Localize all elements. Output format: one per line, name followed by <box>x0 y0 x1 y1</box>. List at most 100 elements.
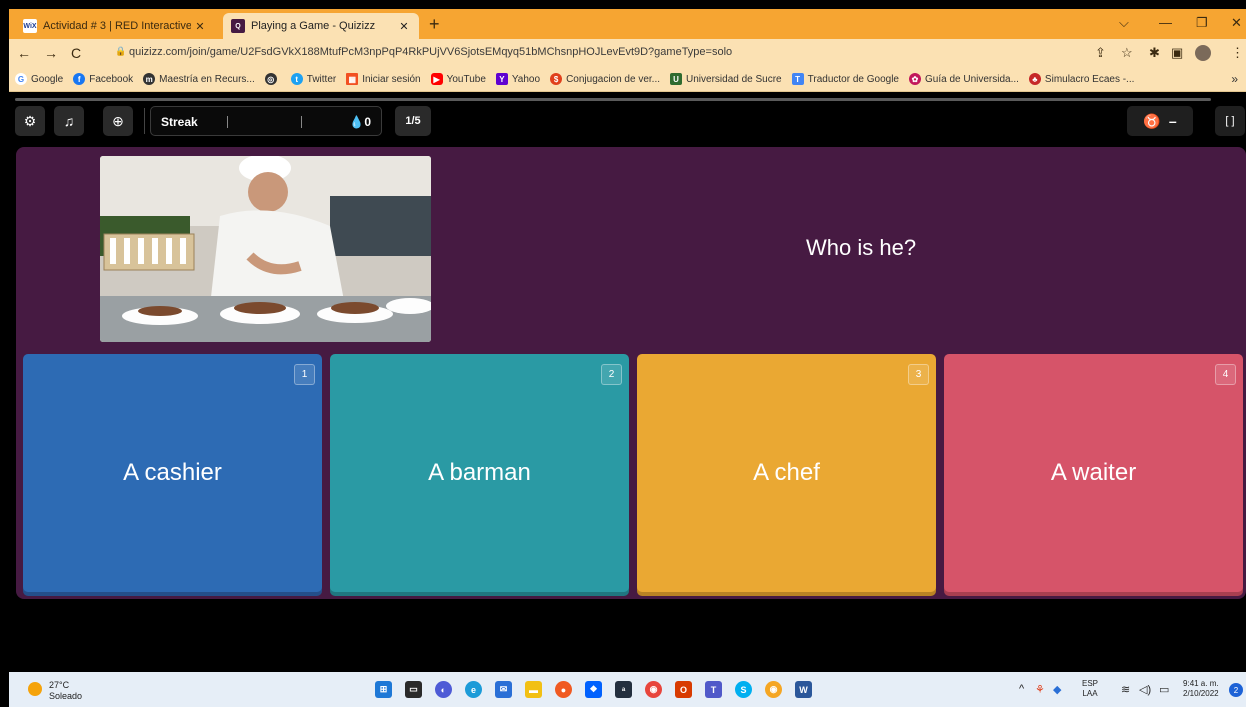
powerup-button[interactable]: ♉ – <box>1127 106 1193 136</box>
answer-option-4[interactable]: 4 A waiter <box>944 354 1243 592</box>
tab-title: Playing a Game - Quizizz <box>251 20 376 32</box>
close-window-button[interactable]: ✕ <box>1231 15 1242 31</box>
bookmark-youtube[interactable]: ▶ YouTube <box>430 73 486 85</box>
answer-option-1[interactable]: 1 A cashier <box>23 354 322 592</box>
windows-start-icon[interactable]: ⊞ <box>375 681 392 698</box>
bookmark-simulacro[interactable]: ♣ Simulacro Ecaes -... <box>1028 73 1135 85</box>
streak-value: 0 <box>364 115 371 129</box>
bookmark-label: YouTube <box>446 73 486 85</box>
bookmark-facebook[interactable]: f Facebook <box>73 73 133 85</box>
file-explorer-icon[interactable]: ▬ <box>525 681 542 698</box>
bookmark-traductor[interactable]: T Traductor de Google <box>791 73 899 85</box>
forward-button[interactable]: → <box>44 45 58 61</box>
minimize-button[interactable]: — <box>1159 15 1172 30</box>
tray-security-icon[interactable]: ◆ <box>1053 683 1061 696</box>
streak-segment <box>227 116 228 128</box>
lock-icon: 🔒 <box>115 46 127 56</box>
zoom-button[interactable]: ⊕ <box>103 106 133 136</box>
bookmark-globe[interactable]: ◎ <box>264 73 281 85</box>
bookmark-label: Simulacro Ecaes -... <box>1044 73 1135 85</box>
university-icon: U <box>670 73 683 85</box>
extensions-icon[interactable]: ✱ <box>1149 45 1160 61</box>
restore-button[interactable]: ❐ <box>1196 15 1208 31</box>
moodle-icon: m <box>143 73 156 85</box>
bookmark-label: Traductor de Google <box>807 73 899 85</box>
bookmark-universidad[interactable]: U Universidad de Sucre <box>670 73 782 85</box>
option-number: 1 <box>294 364 315 385</box>
guide-icon: ✿ <box>908 73 921 85</box>
twitter-icon: t <box>290 73 303 85</box>
chevron-down-icon[interactable]: ⌵ <box>1119 15 1129 31</box>
time: 9:41 a. m. <box>1183 679 1219 688</box>
bookmark-guia[interactable]: ✿ Guía de Universida... <box>908 73 1019 85</box>
chef-illustration <box>100 156 431 342</box>
skype-icon[interactable]: S <box>735 681 752 698</box>
fullscreen-button[interactable]: [ ] <box>1215 106 1245 136</box>
toolbar-divider <box>144 108 145 134</box>
fullscreen-icon: [ ] <box>1225 115 1235 127</box>
microsoft-icon: ▦ <box>346 73 359 85</box>
sidebar-icon[interactable]: ▣ <box>1171 45 1183 61</box>
task-view-icon[interactable]: ▭ <box>405 681 422 698</box>
teams-icon[interactable]: T <box>705 681 722 698</box>
question-panel: Who is he? 1 A cashier 2 A barman 3 A ch… <box>16 147 1246 599</box>
screen: WiX Actividad # 3 | RED InteractiveTe ✕ … <box>0 0 1246 707</box>
firefox-icon[interactable]: ● <box>555 681 572 698</box>
answer-option-3[interactable]: 3 A chef <box>637 354 936 592</box>
reload-button[interactable]: C <box>71 45 81 61</box>
bookmark-google[interactable]: G Google <box>15 73 63 85</box>
translate-icon: T <box>791 73 804 85</box>
word-icon[interactable]: W <box>795 681 812 698</box>
chrome-icon[interactable]: ◉ <box>645 681 662 698</box>
notification-badge[interactable]: 2 <box>1229 683 1243 697</box>
weather-widget[interactable]: 27°C Soleado <box>49 680 82 702</box>
menu-icon[interactable]: ⋮ <box>1231 45 1244 61</box>
url-field[interactable]: quizizz.com/join/game/U2FsdGVkX188MtufPc… <box>129 46 732 58</box>
back-button[interactable]: ← <box>17 45 31 61</box>
bookmark-yahoo[interactable]: Y Yahoo <box>495 73 541 85</box>
drop-icon: 💧 <box>349 115 365 129</box>
close-tab-icon[interactable]: ✕ <box>395 20 413 33</box>
close-tab-icon[interactable]: ✕ <box>191 20 209 33</box>
tab-quizizz[interactable]: Q Playing a Game - Quizizz ✕ <box>223 13 419 39</box>
office-icon[interactable]: O <box>675 681 692 698</box>
bookmark-iniciar-sesion[interactable]: ▦ Iniciar sesión <box>346 73 421 85</box>
answer-option-2[interactable]: 2 A barman <box>330 354 629 592</box>
share-icon[interactable]: ⇪ <box>1095 45 1106 61</box>
mail-icon[interactable]: ✉ <box>495 681 512 698</box>
globe-icon: ◎ <box>264 73 277 85</box>
bookmark-label: Facebook <box>89 73 134 85</box>
new-tab-button[interactable]: + <box>429 14 440 35</box>
bookmark-label: Yahoo <box>511 73 541 85</box>
tray-app-icon[interactable]: ⚘ <box>1035 683 1045 696</box>
question-counter: 1/5 <box>395 106 431 136</box>
conjugacion-icon: $ <box>550 73 563 85</box>
streak-count: 💧0 <box>349 115 371 129</box>
chevron-up-icon[interactable]: ^ <box>1019 683 1024 695</box>
battery-icon[interactable]: ▭ <box>1159 683 1169 696</box>
more-bookmarks-icon[interactable]: » <box>1231 72 1238 86</box>
bookmark-maestria[interactable]: m Maestría en Recurs... <box>143 73 255 85</box>
bookmark-conjugacion[interactable]: $ Conjugacion de ver... <box>550 73 660 85</box>
option-text: A chef <box>753 459 820 486</box>
bookmark-star-icon[interactable]: ☆ <box>1121 45 1133 61</box>
clock[interactable]: 9:41 a. m. 2/10/2022 <box>1183 679 1219 699</box>
avatar[interactable] <box>1195 45 1211 61</box>
progress-bar <box>15 98 1211 101</box>
settings-button[interactable]: ⚙ <box>15 106 45 136</box>
tab-actividad[interactable]: WiX Actividad # 3 | RED InteractiveTe ✕ <box>15 13 215 39</box>
edge-icon[interactable]: e <box>465 681 482 698</box>
language-indicator[interactable]: ESP LAA <box>1082 679 1098 699</box>
bookmark-twitter[interactable]: t Twitter <box>290 73 336 85</box>
bookmark-label: Google <box>31 73 64 85</box>
volume-icon[interactable]: ◁) <box>1139 683 1151 696</box>
option-number: 2 <box>601 364 622 385</box>
chat-icon[interactable]: ◐ <box>435 681 452 698</box>
amazon-icon[interactable]: a <box>615 681 632 698</box>
sun-icon[interactable] <box>28 682 42 696</box>
wifi-icon[interactable]: ≋ <box>1121 683 1130 696</box>
chrome-canary-icon[interactable]: ◉ <box>765 681 782 698</box>
dropbox-icon[interactable]: ❖ <box>585 681 602 698</box>
gear-icon: ⚙ <box>23 112 37 129</box>
music-button[interactable]: ♫ <box>54 106 84 136</box>
